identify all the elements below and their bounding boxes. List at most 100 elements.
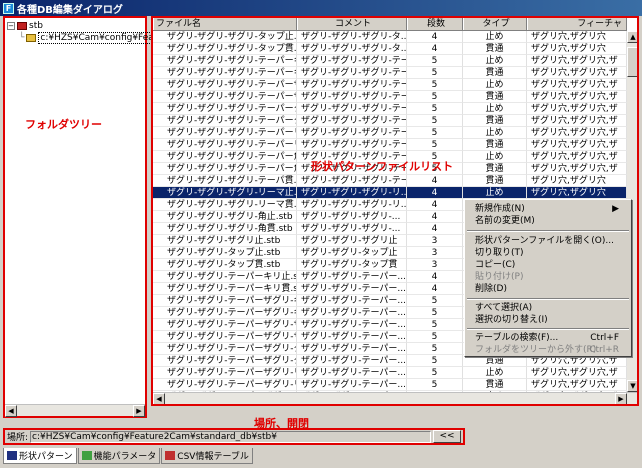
menu-rename-label: 名前の変更(M) (475, 216, 535, 226)
table-row[interactable]: ザグリ-ザグリ-ザグリ-テーパ貫.s... ザグリ-ザグリ-ザグリ-テー... 4 貫… (153, 175, 627, 187)
table-cell: 貫通 (463, 67, 527, 79)
scroll-right-icon[interactable]: ▶ (133, 405, 145, 417)
menu-open-pattern[interactable]: 形状パターンファイルを開く(O)... (475, 235, 625, 247)
table-cell: 3 (407, 259, 463, 271)
list-scroll-left-icon[interactable]: ◀ (153, 393, 165, 404)
table-cell: ザグリ-ザグリ-テーパー... (297, 295, 407, 307)
tab-csv-table[interactable]: CSV情報テーブル (161, 448, 253, 464)
menu-delete-label: 削除(D) (475, 284, 507, 294)
table-row[interactable]: ザグリ-ザグリ-ザグリ-タップ止.stb ザグリ-ザグリ-ザグリ-タ... 4 止めザ… (153, 31, 627, 43)
table-cell: ザグリ穴,ザグリ穴,ザ (527, 115, 627, 127)
table-cell: ザグリ穴,ザグリ穴,ザ (527, 91, 627, 103)
table-cell: ザグリ-ザグリ-ザグリ-テーパー角... (153, 151, 297, 163)
table-cell: 4 (407, 223, 463, 235)
tab-bar: 形状パターン 機能パラメータ CSV情報テーブル (3, 448, 254, 464)
table-row[interactable]: ザグリ-ザグリ-テーパーザグリ-リ... ザグリ-ザグリ-テーパー... 5 止め ザグ… (153, 367, 627, 379)
tree-node-root[interactable]: − stb (7, 20, 43, 32)
col-feature[interactable]: フィーチャ (527, 18, 627, 30)
table-row[interactable]: ザグリ-ザグリ-ザグリ-テーパーキ... ザグリ-ザグリ-ザグリ-テー... 5 貫通… (153, 67, 627, 79)
tree-hscrollbar[interactable]: ◀ ▶ (5, 404, 145, 417)
table-cell: 5 (407, 295, 463, 307)
menu-invert-selection[interactable]: 選択の切り替え(I) (475, 314, 625, 326)
table-cell: 貫通 (463, 139, 527, 151)
table-cell: ザグリ-ザグリ-ザグリ-テーパーザ... (153, 91, 297, 103)
table-cell: ザグリ-ザグリ-テーパー... (297, 271, 407, 283)
table-cell: ザグリ-ザグリ-テーパー... (297, 283, 407, 295)
scroll-down-icon[interactable]: ▼ (627, 380, 637, 392)
table-row[interactable]: ザグリ-ザグリ-ザグリ-テーパータ... ザグリ-ザグリ-ザグリ-テー... 5 止め… (153, 103, 627, 115)
table-cell: 止め (463, 79, 527, 91)
menu-search-table-shortcut: Ctrl+F (590, 333, 619, 343)
table-cell: ザグリ-ザグリ-ザグリ-タ... (297, 31, 407, 43)
table-cell: ザグリ-ザグリ-テーパーキリ貫.stb (153, 283, 297, 295)
table-cell: 5 (407, 355, 463, 367)
scroll-thumb[interactable] (627, 46, 637, 77)
table-cell: ザグリ-ザグリ-ザグリ-リーマ貫.s... (153, 199, 297, 211)
tab-function-params[interactable]: 機能パラメータ (77, 448, 161, 464)
menu-select-all[interactable]: すべて選択(A) (475, 302, 625, 314)
shape-pattern-icon (7, 451, 17, 460)
menu-rename[interactable]: 名前の変更(M) (475, 215, 625, 227)
menu-delete[interactable]: 削除(D) (475, 283, 625, 295)
table-row[interactable]: ザグリ-ザグリ-ザグリ-タップ貫.stb ザグリ-ザグリ-ザグリ-タ... 4 貫通ザ… (153, 43, 627, 55)
tab-csv-table-label: CSV情報テーブル (177, 452, 249, 462)
table-row[interactable]: ザグリ-ザグリ-ザグリ-テーパーザ... ザグリ-ザグリ-ザグリ-テー... 5 貫通… (153, 91, 627, 103)
table-row[interactable]: ザグリ-ザグリ-ザグリ-テーパーリ... ザグリ-ザグリ-ザグリ-テー... 5 止め… (153, 127, 627, 139)
menu-new-label: 新規作成(N) (475, 204, 525, 214)
table-cell: ザグリ穴,ザグリ穴,ザ (527, 379, 627, 391)
col-type[interactable]: タイプ (463, 18, 527, 30)
menu-separator (467, 298, 629, 300)
menu-open-pattern-label: 形状パターンファイルを開く(O)... (475, 236, 614, 246)
table-cell: ザグリ-ザグリ-ザグリ-テー... (297, 103, 407, 115)
table-cell: ザグリ-ザグリ-ザグリ-リーマ止.s... (153, 187, 297, 199)
table-cell: ザグリ-ザグリ-ザグリ-テー... (297, 175, 407, 187)
location-path-field[interactable]: c:¥HZS¥Cam¥config¥Feature2Cam¥standard_d… (30, 430, 431, 443)
table-cell: ザグリ-ザグリ-テーパーザグリ-キ... (153, 307, 297, 319)
table-cell: 止め (463, 151, 527, 163)
table-cell: 4 (407, 187, 463, 199)
toggle-tree-button[interactable]: << (433, 430, 461, 443)
app-icon: F (3, 2, 14, 14)
menu-cut[interactable]: 切り取り(T) (475, 247, 625, 259)
table-cell: 止め (463, 103, 527, 115)
col-comment[interactable]: コメント (297, 18, 407, 30)
scroll-up-icon[interactable]: ▲ (627, 31, 637, 43)
submenu-arrow-icon: ▶ (612, 204, 619, 214)
collapse-icon[interactable]: − (7, 22, 15, 30)
list-scroll-right-icon[interactable]: ▶ (615, 393, 627, 404)
table-cell: ザグリ-ザグリ-テーパー... (297, 319, 407, 331)
table-row[interactable]: ザグリ-ザグリ-ザグリ-テーパーキ... ザグリ-ザグリ-ザグリ-テー... 5 止め… (153, 55, 627, 67)
folder-icon (26, 34, 37, 42)
table-row[interactable]: ザグリ-ザグリ-ザグリ-テーパータ... ザグリ-ザグリ-ザグリ-テー... 5 貫通… (153, 115, 627, 127)
table-cell: 貫通 (463, 175, 527, 187)
table-cell: 5 (407, 79, 463, 91)
table-cell: ザグリ-ザグリ-テーパーザグリ-ザ... (153, 319, 297, 331)
table-cell: ザグリ穴,ザグリ穴,ザ (527, 67, 627, 79)
menu-select-all-label: すべて選択(A) (475, 303, 533, 313)
table-cell: 5 (407, 115, 463, 127)
table-cell: ザグリ-ザグリ-ザグリ-... (297, 223, 407, 235)
table-cell: 止め (463, 31, 527, 43)
table-row[interactable]: ザグリ-ザグリ-テーパーザグリ-リ... ザグリ-ザグリ-テーパー... 5 貫通 ザグ… (153, 379, 627, 391)
table-cell: ザグリ-ザグリ-ザグリ-テー... (297, 55, 407, 67)
table-cell: ザグリ穴,ザグリ穴,ザ (527, 151, 627, 163)
table-cell: ザグリ穴,ザグリ穴,ザ (527, 55, 627, 67)
table-row[interactable]: ザグリ-ザグリ-ザグリ-テーパーザ... ザグリ-ザグリ-ザグリ-テー... 5 止め… (153, 79, 627, 91)
col-steps[interactable]: 段数 (407, 18, 463, 30)
table-row[interactable]: ザグリ-ザグリ-ザグリ-リーマ止.s... ザグリ-ザグリ-ザグリ-リ... 4 止め… (153, 187, 627, 199)
table-cell: ザグリ-ザグリ-ザグリ-テー... (297, 115, 407, 127)
table-cell: 5 (407, 331, 463, 343)
folder-tree[interactable]: − stb └ c:¥HZS¥Cam¥config¥Fea フォルダツリー ◀ … (3, 16, 156, 418)
table-cell: ザグリ-ザグリ-ザグリ-テーパーリ... (153, 139, 297, 151)
tab-shape-pattern[interactable]: 形状パターン (3, 448, 77, 464)
col-filename[interactable]: ファイル名 (153, 18, 297, 30)
menu-new[interactable]: 新規作成(N) ▶ (475, 203, 625, 215)
scroll-left-icon[interactable]: ◀ (5, 405, 17, 417)
menu-search-table[interactable]: テーブルの検索(F)... Ctrl+F (475, 332, 625, 344)
table-row[interactable]: ザグリ-ザグリ-ザグリ-テーパーリ... ザグリ-ザグリ-ザグリ-テー... 5 貫通… (153, 139, 627, 151)
menu-copy[interactable]: コピー(C) (475, 259, 625, 271)
table-cell: ザグリ-ザグリ-テーパーザグリ-タ... (153, 355, 297, 367)
list-hscrollbar[interactable]: ◀ ▶ (153, 392, 637, 404)
table-cell: 4 (407, 271, 463, 283)
tree-node-child[interactable]: └ c:¥HZS¥Cam¥config¥Fea (19, 32, 156, 44)
